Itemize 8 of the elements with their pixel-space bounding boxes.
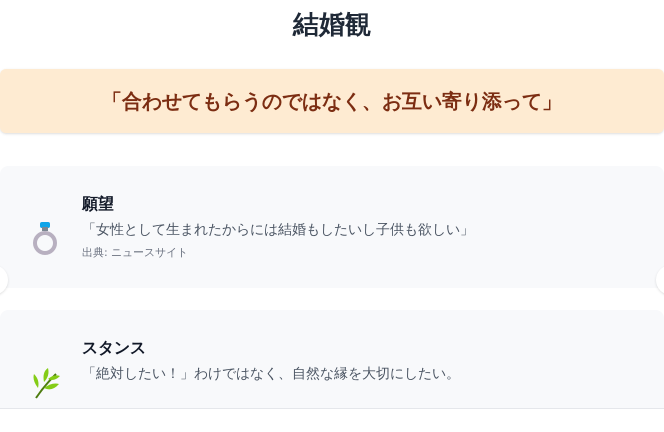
card-quote: 「女性として生まれたからには結婚もしたいし子供も欲しい」 bbox=[82, 221, 474, 240]
card-quote: 「絶対したい！」わけではなく、自然な縁を大切にしたい。 bbox=[82, 365, 460, 384]
card-heading: スタンス bbox=[82, 337, 147, 359]
card-heading: 願望 bbox=[82, 193, 115, 215]
page-title: 結婚観 bbox=[293, 9, 371, 42]
card-source: 出典: ニュースサイト bbox=[82, 245, 190, 261]
banner-text: 「合わせてもらうのではなく、お互い寄り添って」 bbox=[102, 88, 562, 115]
ring-icon bbox=[31, 221, 59, 257]
